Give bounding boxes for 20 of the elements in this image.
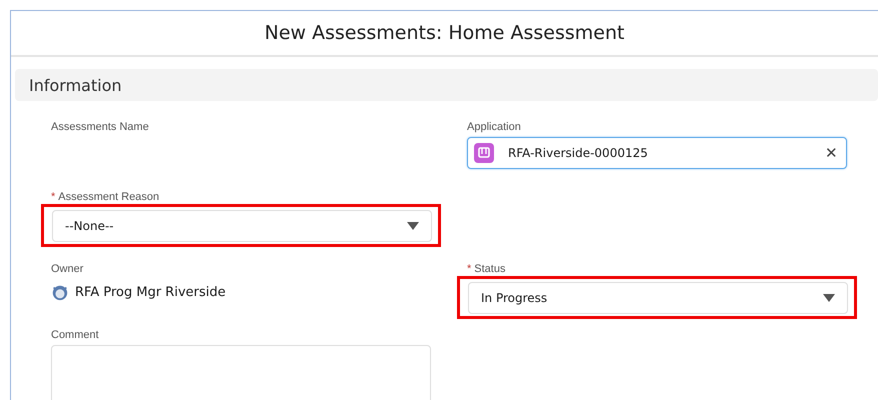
application-icon xyxy=(474,143,494,163)
field-label: Application xyxy=(467,121,521,133)
required-marker: * xyxy=(51,191,56,203)
field-label: Assessment Reason xyxy=(58,191,160,203)
select-field[interactable]: In Progress xyxy=(468,282,848,314)
clear-button[interactable]: ✕ xyxy=(825,144,838,162)
field-label: Status xyxy=(474,263,506,275)
avatar-icon xyxy=(51,283,69,301)
window-title: New Assessments: Home Assessment xyxy=(264,22,624,44)
field-label: Owner xyxy=(51,263,84,275)
owner-name: RFA Prog Mgr Riverside xyxy=(75,284,226,300)
caret-icon xyxy=(823,294,835,302)
required-marker: * xyxy=(467,263,472,275)
select-field[interactable]: --None-- xyxy=(52,210,432,242)
section-title: Information xyxy=(29,76,122,94)
caret-icon xyxy=(407,222,419,230)
field-label: Comment xyxy=(51,329,99,341)
lookup-field[interactable]: RFA-Riverside-0000125 ✕ xyxy=(467,137,847,169)
comment-field[interactable] xyxy=(51,345,431,400)
field-label: Assessments Name xyxy=(51,121,149,133)
